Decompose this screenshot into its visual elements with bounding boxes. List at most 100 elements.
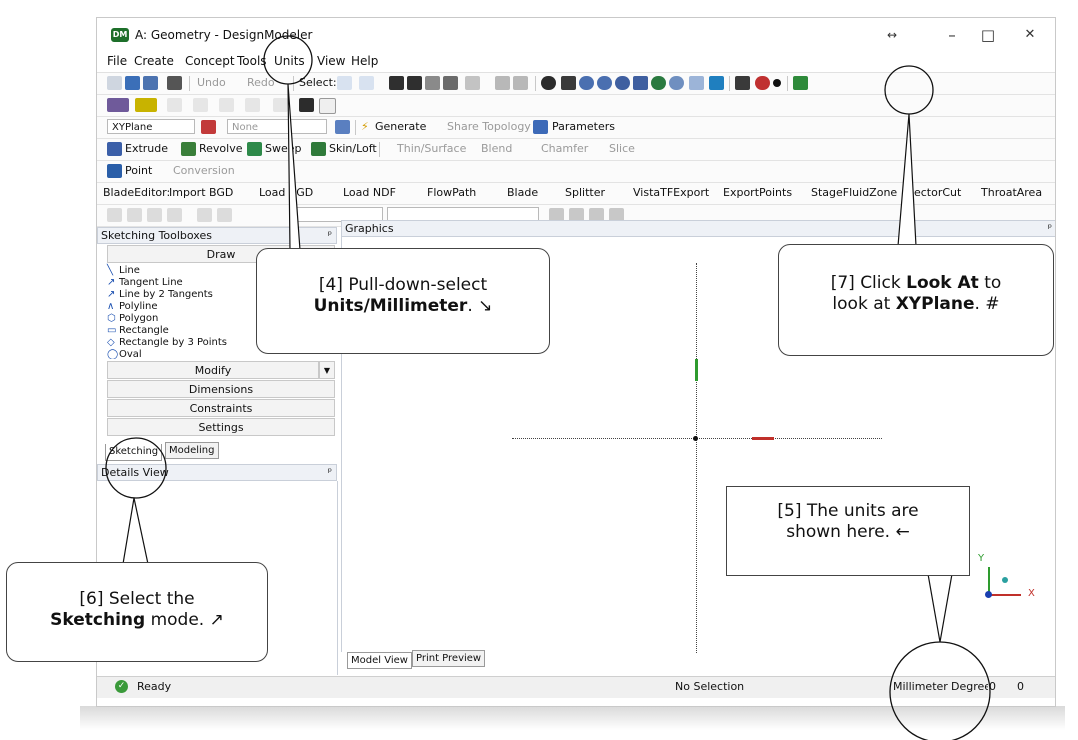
- select-edges-icon[interactable]: [407, 76, 422, 90]
- curve-tool-2-icon[interactable]: [193, 98, 208, 112]
- splitter-button[interactable]: Splitter: [565, 186, 605, 199]
- constraints-group-button[interactable]: Constraints: [107, 399, 335, 417]
- new-icon[interactable]: [107, 76, 122, 90]
- triad-icon[interactable]: [735, 76, 750, 90]
- tab-sketching[interactable]: Sketching: [105, 444, 163, 461]
- tool-rectangle[interactable]: ▭ Rectangle: [107, 325, 169, 336]
- menu-units[interactable]: Units: [274, 54, 305, 68]
- share-topology-button[interactable]: Share Topology: [447, 120, 531, 133]
- edge-display-icon[interactable]: [135, 98, 157, 112]
- modify-dropdown-icon[interactable]: ▼: [319, 361, 335, 379]
- tool-rectangle-by-3-points[interactable]: ◇ Rectangle by 3 Points: [107, 337, 227, 348]
- menu-file[interactable]: File: [107, 54, 127, 68]
- save-icon[interactable]: [125, 76, 140, 90]
- select-bodies-icon[interactable]: [443, 76, 458, 90]
- iso-view-icon[interactable]: [689, 76, 704, 90]
- dimensions-group-button[interactable]: Dimensions: [107, 380, 335, 398]
- box-select-icon[interactable]: [495, 76, 510, 90]
- generate-button[interactable]: Generate: [375, 120, 426, 133]
- tab-print-preview[interactable]: Print Preview: [412, 650, 486, 667]
- thin-surface-button[interactable]: Thin/Surface: [397, 142, 466, 155]
- new-plane-icon[interactable]: [201, 120, 216, 134]
- modify-group-button[interactable]: Modify: [107, 361, 319, 379]
- maximize-button[interactable]: □: [973, 24, 1003, 46]
- save-as-icon[interactable]: [143, 76, 158, 90]
- redo-button[interactable]: Redo: [247, 76, 275, 89]
- pin-tool-icon[interactable]: [299, 98, 314, 112]
- exportpoints-button[interactable]: ExportPoints: [723, 186, 792, 199]
- point-button[interactable]: Point: [125, 164, 152, 177]
- tool-a-icon[interactable]: [107, 208, 122, 222]
- menu-view[interactable]: View: [317, 54, 345, 68]
- undo-button[interactable]: Undo: [197, 76, 226, 89]
- tab-model-view[interactable]: Model View: [347, 652, 412, 669]
- sketch-select[interactable]: None: [227, 119, 327, 134]
- zoom-window-icon[interactable]: [633, 76, 648, 90]
- tab-modeling[interactable]: Modeling: [165, 442, 219, 459]
- tool-d-icon[interactable]: [167, 208, 182, 222]
- face-display-icon[interactable]: [107, 98, 129, 112]
- select-points-icon[interactable]: [389, 76, 404, 90]
- extrude-button[interactable]: Extrude: [125, 142, 168, 155]
- select-mode-icon[interactable]: [337, 76, 352, 90]
- zoom-icon[interactable]: [579, 76, 594, 90]
- conversion-button[interactable]: Conversion: [173, 164, 235, 177]
- curve-tool-5-icon[interactable]: [273, 98, 288, 112]
- plane-select[interactable]: XYPlane: [107, 119, 195, 134]
- menu-create[interactable]: Create: [134, 54, 174, 68]
- tool-f-icon[interactable]: [217, 208, 232, 222]
- stagefluidzone-button[interactable]: StageFluidZone: [811, 186, 897, 199]
- box-select-2-icon[interactable]: [513, 76, 528, 90]
- pin-icon[interactable]: ᵖ: [328, 465, 332, 480]
- tool-line[interactable]: ╲ Line: [107, 265, 140, 276]
- tool-b-icon[interactable]: [127, 208, 142, 222]
- sweep-button[interactable]: Sweep: [265, 142, 302, 155]
- revolve-button[interactable]: Revolve: [199, 142, 243, 155]
- select-filter-icon[interactable]: [359, 76, 374, 90]
- throatarea-button[interactable]: ThroatArea: [981, 186, 1042, 199]
- new-sketch-icon[interactable]: [335, 120, 350, 134]
- tool-polyline[interactable]: ∧ Polyline: [107, 301, 158, 312]
- tool-c-icon[interactable]: [147, 208, 162, 222]
- parameters-icon[interactable]: [533, 120, 548, 134]
- menu-tools[interactable]: Tools: [237, 54, 267, 68]
- minimize-button[interactable]: –: [937, 24, 967, 46]
- point-icon[interactable]: [773, 79, 781, 87]
- magnifier-2-icon[interactable]: [669, 76, 684, 90]
- menu-help[interactable]: Help: [351, 54, 378, 68]
- resize-icon[interactable]: ↔: [877, 24, 907, 46]
- vistatfexport-button[interactable]: VistaTFExport: [633, 186, 709, 199]
- box-zoom-icon[interactable]: [597, 76, 612, 90]
- ruler-icon[interactable]: [755, 76, 770, 90]
- settings-group-button[interactable]: Settings: [107, 418, 335, 436]
- select-faces-icon[interactable]: [425, 76, 440, 90]
- look-at-icon[interactable]: [793, 76, 808, 90]
- screenshot-icon[interactable]: [167, 76, 182, 90]
- tool-e-icon[interactable]: [197, 208, 212, 222]
- load-bgd-button[interactable]: Load BGD: [259, 186, 313, 199]
- zoom-to-fit-icon[interactable]: [615, 76, 630, 90]
- sectorcut-button[interactable]: SectorCut: [907, 186, 961, 199]
- import-bgd-button[interactable]: Import BGD: [169, 186, 233, 199]
- corner-tool-icon[interactable]: [319, 98, 336, 114]
- rotate-icon[interactable]: [541, 76, 556, 90]
- curve-tool-icon[interactable]: [167, 98, 182, 112]
- slice-button[interactable]: Slice: [609, 142, 635, 155]
- chamfer-button[interactable]: Chamfer: [541, 142, 588, 155]
- load-ndf-button[interactable]: Load NDF: [343, 186, 396, 199]
- curve-tool-3-icon[interactable]: [219, 98, 234, 112]
- pin-icon[interactable]: ᵖ: [328, 228, 332, 243]
- blade-button[interactable]: Blade: [507, 186, 538, 199]
- pin-icon[interactable]: ᵖ: [1048, 221, 1052, 236]
- tool-polygon[interactable]: ⬡ Polygon: [107, 313, 158, 324]
- skin-loft-button[interactable]: Skin/Loft: [329, 142, 377, 155]
- close-button[interactable]: ✕: [1015, 24, 1045, 46]
- tool-line-by-2-tangents[interactable]: ↗ Line by 2 Tangents: [107, 289, 213, 300]
- blend-button[interactable]: Blend: [481, 142, 512, 155]
- tool-tangent-line[interactable]: ↗ Tangent Line: [107, 277, 183, 288]
- curve-tool-4-icon[interactable]: [245, 98, 260, 112]
- display-model-icon[interactable]: [709, 76, 724, 90]
- pan-icon[interactable]: [561, 76, 576, 90]
- flowpath-button[interactable]: FlowPath: [427, 186, 476, 199]
- tool-oval[interactable]: ◯Oval: [107, 349, 142, 359]
